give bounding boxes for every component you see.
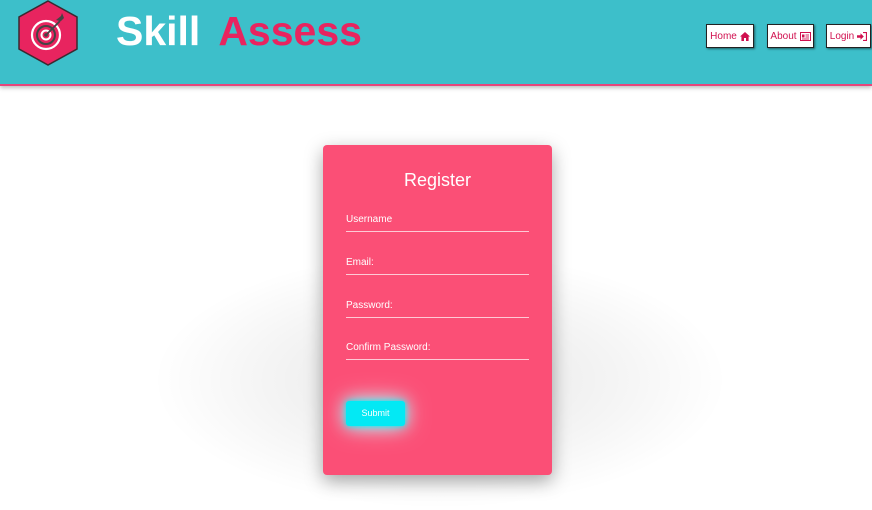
sign-in-icon	[857, 27, 868, 51]
submit-button[interactable]: Submit	[346, 401, 405, 426]
nav-login-label: Login	[829, 31, 855, 42]
email-field[interactable]: Email:	[346, 257, 529, 275]
register-title: Register	[403, 170, 472, 190]
password-field[interactable]: Password:	[346, 300, 529, 318]
register-card: Register Username Email: Password: Confi…	[323, 145, 552, 475]
email-input[interactable]	[346, 258, 529, 274]
username-input[interactable]	[346, 215, 529, 231]
brand-title: Skill Assess	[116, 6, 362, 56]
username-field[interactable]: Username	[346, 214, 529, 232]
site-header: Skill Assess Home About Login	[0, 0, 872, 86]
target-dart-icon[interactable]	[17, 0, 79, 66]
nav-home-label: Home	[710, 31, 737, 42]
home-icon	[739, 27, 750, 51]
nav-login-button[interactable]: Login	[826, 24, 871, 48]
id-card-icon	[799, 27, 811, 51]
nav-about-label: About	[770, 31, 797, 42]
confirm-password-input[interactable]	[346, 343, 529, 359]
nav-about-button[interactable]: About	[767, 24, 814, 48]
nav-home-button[interactable]: Home	[706, 24, 754, 48]
confirm-password-field[interactable]: Confirm Password:	[346, 342, 529, 360]
brand-word-skill: Skill	[116, 8, 201, 54]
brand-word-assess: Assess	[218, 8, 362, 54]
password-input[interactable]	[346, 301, 529, 317]
